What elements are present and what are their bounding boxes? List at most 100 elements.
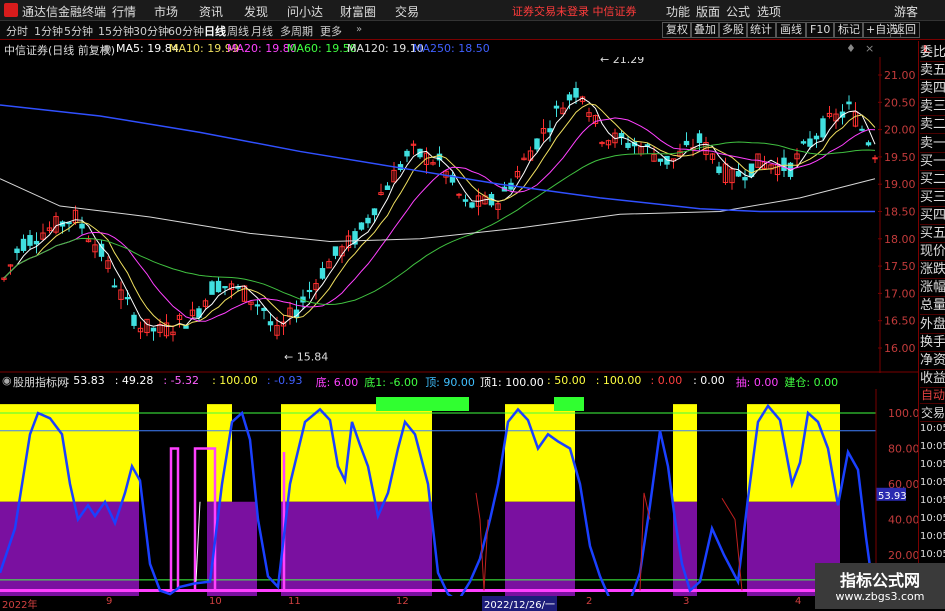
- ma-label-5: MA250: 18.50: [413, 42, 490, 55]
- candle-body: [98, 243, 105, 257]
- candle-body: [27, 235, 33, 246]
- quote-field-11: 现价: [920, 244, 945, 262]
- watermark-url: www.zbgs3.com: [835, 590, 925, 603]
- toolbar-button-1[interactable]: 叠加: [690, 22, 720, 38]
- price-tick-3: 19.50: [884, 151, 916, 164]
- kline-chart[interactable]: 21.00 20.50 20.00 19.50 19.00 18.50 18.00 17.50…: [0, 57, 918, 373]
- right-menu-2[interactable]: 公式: [726, 3, 750, 20]
- more-chevron-icon[interactable]: »: [356, 24, 362, 35]
- title-bar: 通达信金融终端 证券交易未登录 中信证券 游客 行情 市场 资讯 发现 问小达 财富圈 交易…: [0, 0, 945, 21]
- candle-body: [124, 297, 131, 300]
- indicator-value-4: : -0.93: [266, 374, 303, 387]
- white-thin-0: [195, 501, 201, 582]
- candle-body: [683, 140, 690, 146]
- menu-item-2[interactable]: 资讯: [199, 3, 223, 20]
- quote-field-12: 涨跌: [920, 262, 945, 280]
- menu-item-4[interactable]: 问小达: [287, 3, 323, 20]
- period-tab-3[interactable]: 15分钟: [98, 23, 134, 39]
- toolbar-button-3[interactable]: 统计: [746, 22, 776, 38]
- indicator-value-7: 顶: 90.00: [425, 376, 475, 389]
- ind-tick-1: 80.00: [888, 443, 918, 456]
- toolbar-button-4[interactable]: 画线: [776, 22, 806, 38]
- candle-body: [748, 163, 755, 177]
- price-tick-6: 18.00: [884, 233, 916, 246]
- indicator-value-14: 建仓: 0.00: [784, 376, 839, 389]
- indicator-info-line: ◉ 股朋指标网: 53.83: 49.28: -5.32: 100.00: -0.…: [0, 373, 905, 389]
- price-tick-1: 20.50: [884, 96, 916, 109]
- right-menu-0[interactable]: 功能: [666, 3, 690, 20]
- indicator-value-6: 底1: -6.00: [364, 376, 418, 389]
- candle-body: [215, 280, 222, 293]
- settings-circle-icon[interactable]: ◉: [102, 42, 112, 55]
- period-tab-4[interactable]: 30分钟: [133, 23, 169, 39]
- period-tab-8[interactable]: 月线: [251, 23, 273, 39]
- toolbar-button-2[interactable]: 多股: [718, 22, 748, 38]
- candle-body: [111, 285, 118, 288]
- menu-item-0[interactable]: 行情: [112, 3, 136, 20]
- candle-body: [872, 157, 878, 160]
- time-stamp-4: 10:05: [920, 495, 945, 506]
- candle-body: [365, 217, 371, 224]
- period-tab-5[interactable]: 60分钟: [168, 23, 204, 39]
- right-menu-3[interactable]: 选项: [757, 3, 781, 20]
- stock-title: 中信证券(日线 前复权): [4, 44, 116, 57]
- quote-field-2: 卖四: [920, 81, 945, 99]
- candle-body: [865, 142, 872, 146]
- candle-body: [781, 157, 787, 171]
- candle-body: [131, 314, 137, 326]
- current-value-label: 53.93: [878, 491, 907, 502]
- period-tab-0[interactable]: 分时: [6, 23, 28, 39]
- yellow-zone-3: [505, 404, 575, 502]
- period-tab-6[interactable]: 日线: [204, 23, 226, 39]
- menu-item-5[interactable]: 财富圈: [340, 3, 376, 20]
- chart-option-icon[interactable]: ♦: [846, 42, 856, 55]
- date-label-4: 12: [396, 596, 409, 607]
- ma5-line: [3, 97, 876, 328]
- time-stamp-7: 10:05: [920, 549, 945, 560]
- price-tick-4: 19.00: [884, 178, 916, 191]
- price-tick-0: 21.00: [884, 69, 916, 82]
- chart-close-icon[interactable]: ×: [865, 42, 874, 55]
- indicator-value-5: 底: 6.00: [315, 376, 359, 389]
- period-tab-1[interactable]: 1分钟: [34, 23, 63, 39]
- trade-label[interactable]: 交易: [920, 404, 945, 422]
- candle-body: [456, 193, 462, 196]
- toolbar-button-0[interactable]: 复权: [662, 22, 692, 38]
- candle-body: [371, 208, 378, 216]
- quote-field-1: 卖五: [920, 63, 945, 81]
- period-tab-7[interactable]: 周线: [227, 23, 249, 39]
- quote-field-15: 外盘: [920, 316, 945, 334]
- ind-tick-0: 100.00: [888, 407, 918, 420]
- menu-item-6[interactable]: 交易: [395, 3, 419, 20]
- candle-body: [813, 135, 820, 140]
- candle-body: [625, 142, 631, 148]
- candle-body: [384, 185, 391, 190]
- menu-item-1[interactable]: 市场: [154, 3, 178, 20]
- price-tick-5: 18.50: [884, 206, 916, 219]
- indicator-value-9: : 50.00: [547, 374, 586, 387]
- indicator-name: 股朋指标网: [13, 376, 68, 389]
- toolbar-button-5[interactable]: F10: [806, 22, 835, 38]
- time-stamp-0: 10:05: [920, 423, 945, 434]
- menu-item-3[interactable]: 发现: [244, 3, 268, 20]
- candle-body: [306, 289, 313, 293]
- toolbar-button-8[interactable]: 返回: [890, 22, 920, 38]
- period-tab-10[interactable]: 更多: [320, 23, 342, 39]
- guest-label[interactable]: 游客: [894, 3, 918, 20]
- toolbar-button-6[interactable]: 标记: [834, 22, 864, 38]
- purple-zone-2: [281, 501, 432, 596]
- auto-label[interactable]: 自动: [920, 386, 945, 404]
- date-label-2: 10: [209, 596, 222, 607]
- indicator-chart[interactable]: 100.0080.0060.0040.0020.0053.93: [0, 389, 918, 596]
- candle-body: [209, 281, 215, 295]
- candle-body: [33, 240, 40, 245]
- right-menu-1[interactable]: 版面: [696, 3, 720, 20]
- login-warning[interactable]: 证券交易未登录 中信证券: [512, 3, 637, 19]
- period-tab-2[interactable]: 5分钟: [64, 23, 93, 39]
- date-label-7: 3: [683, 596, 690, 607]
- candle-body: [553, 105, 560, 109]
- indicator-settings-icon[interactable]: ◉: [2, 374, 12, 387]
- period-tab-9[interactable]: 多周期: [280, 23, 313, 39]
- app-title: 通达信金融终端: [22, 5, 107, 19]
- ind-tick-4: 20.00: [888, 549, 918, 562]
